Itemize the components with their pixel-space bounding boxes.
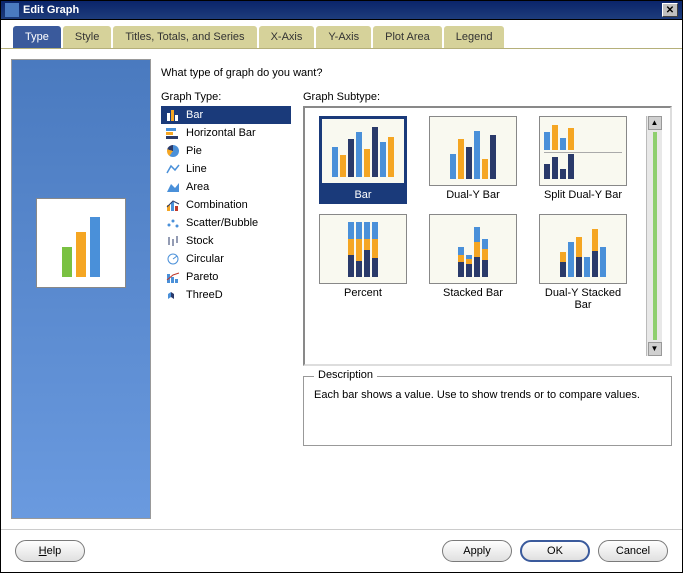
type-label: Pie bbox=[186, 145, 202, 157]
subtype-stacked-bar[interactable]: Stacked Bar bbox=[423, 214, 523, 314]
subtype-label: Bar bbox=[319, 186, 407, 204]
help-button[interactable]: Help bbox=[15, 540, 85, 562]
type-label: Circular bbox=[186, 253, 224, 265]
pareto-icon bbox=[165, 270, 181, 284]
subtype-dual-y-stacked-bar[interactable]: Dual-Y Stacked Bar bbox=[533, 214, 633, 314]
subtype-percent-thumb bbox=[319, 214, 407, 284]
window-body: Type Style Titles, Totals, and Series X-… bbox=[0, 20, 683, 573]
type-label: Area bbox=[186, 181, 209, 193]
description-legend: Description bbox=[314, 369, 377, 381]
line-icon bbox=[165, 162, 181, 176]
description-box: Description Each bar shows a value. Use … bbox=[303, 376, 672, 446]
subtype-dual-stacked-thumb bbox=[539, 214, 627, 284]
type-item-combination[interactable]: Combination bbox=[161, 196, 291, 214]
subtype-label: Dual-Y Stacked Bar bbox=[539, 284, 627, 314]
close-icon[interactable]: ✕ bbox=[662, 3, 678, 17]
wizard-sidebar bbox=[11, 59, 151, 519]
type-label: Line bbox=[186, 163, 207, 175]
scroll-up-icon[interactable]: ▲ bbox=[648, 116, 662, 130]
subtype-percent[interactable]: Percent bbox=[313, 214, 413, 314]
type-item-line[interactable]: Line bbox=[161, 160, 291, 178]
ok-button[interactable]: OK bbox=[520, 540, 590, 562]
description-text: Each bar shows a value. Use to show tren… bbox=[314, 389, 661, 401]
tab-legend[interactable]: Legend bbox=[444, 26, 505, 48]
type-label: ThreeD bbox=[186, 289, 223, 301]
tab-bar: Type Style Titles, Totals, and Series X-… bbox=[1, 20, 682, 49]
subtype-dual-y-thumb bbox=[429, 116, 517, 186]
button-row: Help Apply OK Cancel bbox=[1, 529, 682, 572]
type-item-area[interactable]: Area bbox=[161, 178, 291, 196]
type-item-stock[interactable]: Stock bbox=[161, 232, 291, 250]
stock-icon bbox=[165, 234, 181, 248]
cancel-button[interactable]: Cancel bbox=[598, 540, 668, 562]
subtype-label: Stacked Bar bbox=[429, 284, 517, 302]
app-icon bbox=[5, 3, 19, 17]
subtype-split-thumb bbox=[539, 116, 627, 186]
combination-icon bbox=[165, 198, 181, 212]
subtype-label: Split Dual-Y Bar bbox=[539, 186, 627, 204]
prompt-text: What type of graph do you want? bbox=[161, 67, 672, 79]
scroll-down-icon[interactable]: ▼ bbox=[648, 342, 662, 356]
title-bar: Edit Graph ✕ bbox=[0, 0, 683, 20]
type-label: Horizontal Bar bbox=[186, 127, 256, 139]
scroll-track[interactable] bbox=[653, 132, 657, 340]
circular-icon bbox=[165, 252, 181, 266]
type-item-pie[interactable]: Pie bbox=[161, 142, 291, 160]
graph-subtype-label: Graph Subtype: bbox=[303, 91, 672, 103]
type-item-pareto[interactable]: Pareto bbox=[161, 268, 291, 286]
pie-icon bbox=[165, 144, 181, 158]
bar-icon bbox=[165, 108, 181, 122]
tab-type[interactable]: Type bbox=[13, 26, 61, 48]
subtype-scrollbar[interactable]: ▲ ▼ bbox=[646, 116, 662, 356]
subtype-split-dual-y-bar[interactable]: Split Dual-Y Bar bbox=[533, 116, 633, 204]
area-icon bbox=[165, 180, 181, 194]
type-item-circular[interactable]: Circular bbox=[161, 250, 291, 268]
type-item-threed[interactable]: ThreeD bbox=[161, 286, 291, 304]
sidebar-illustration bbox=[36, 198, 126, 288]
horizontal-bar-icon bbox=[165, 126, 181, 140]
tab-style[interactable]: Style bbox=[63, 26, 111, 48]
scatter-icon bbox=[165, 216, 181, 230]
tab-titles[interactable]: Titles, Totals, and Series bbox=[113, 26, 256, 48]
type-item-bar[interactable]: Bar bbox=[161, 106, 291, 124]
tab-xaxis[interactable]: X-Axis bbox=[259, 26, 315, 48]
subtype-stacked-thumb bbox=[429, 214, 517, 284]
graph-type-list: Bar Horizontal Bar Pie Line bbox=[161, 106, 291, 304]
type-item-scatter[interactable]: Scatter/Bubble bbox=[161, 214, 291, 232]
type-item-horizontal-bar[interactable]: Horizontal Bar bbox=[161, 124, 291, 142]
apply-button[interactable]: Apply bbox=[442, 540, 512, 562]
subtype-bar-thumb bbox=[319, 116, 407, 186]
graph-type-label: Graph Type: bbox=[161, 91, 291, 103]
type-label: Bar bbox=[186, 109, 203, 121]
type-label: Pareto bbox=[186, 271, 218, 283]
tab-yaxis[interactable]: Y-Axis bbox=[316, 26, 371, 48]
subtype-box: Bar D bbox=[303, 106, 672, 366]
type-label: Stock bbox=[186, 235, 214, 247]
type-label: Scatter/Bubble bbox=[186, 217, 258, 229]
threed-icon bbox=[165, 288, 181, 302]
subtype-dual-y-bar[interactable]: Dual-Y Bar bbox=[423, 116, 523, 204]
tab-plotarea[interactable]: Plot Area bbox=[373, 26, 442, 48]
subtype-bar[interactable]: Bar bbox=[313, 116, 413, 204]
type-label: Combination bbox=[186, 199, 248, 211]
subtype-label: Percent bbox=[319, 284, 407, 302]
window-title: Edit Graph bbox=[23, 4, 79, 16]
subtype-label: Dual-Y Bar bbox=[429, 186, 517, 204]
